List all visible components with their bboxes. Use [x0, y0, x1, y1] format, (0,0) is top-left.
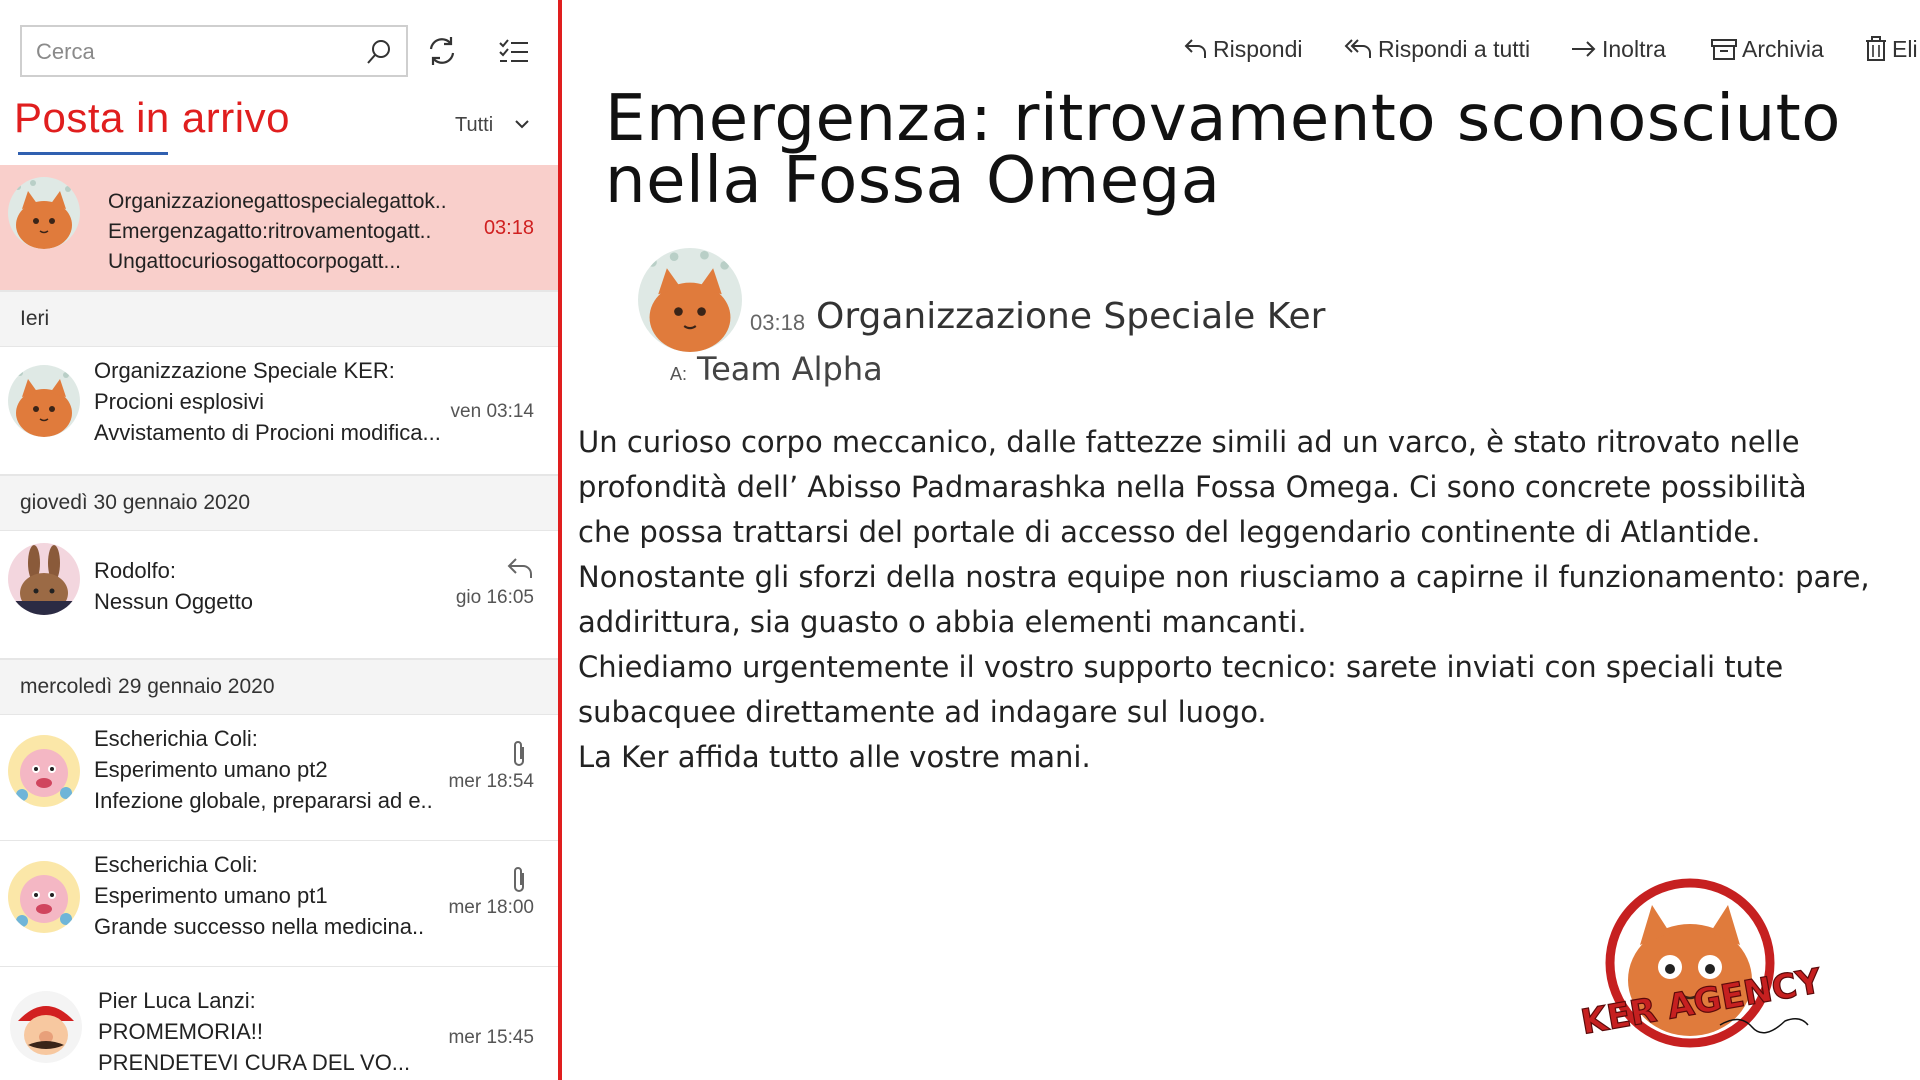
mail-item[interactable]: Organizzazione Speciale KER: Procioni es… — [0, 347, 558, 475]
delete-button[interactable]: Eli — [1864, 36, 1918, 63]
body-line: che possa trattarsi del portale di acces… — [578, 515, 1761, 549]
search-input[interactable] — [36, 37, 336, 67]
trash-icon — [1866, 36, 1886, 61]
mail-preview: Avvistamento di Procioni modifica... — [94, 420, 441, 445]
archive-label: Archivia — [1742, 36, 1824, 62]
body-line: Un curioso corpo meccanico, dalle fattez… — [578, 425, 1800, 459]
cat-avatar-icon — [8, 365, 80, 437]
mario-avatar-icon — [10, 991, 82, 1063]
search-icon[interactable] — [364, 37, 394, 67]
mail-preview: Ungattocuriosogattocorpogatt... — [108, 250, 402, 273]
mail-sender: Escherichia Coli: — [94, 852, 258, 877]
mail-item[interactable]: Pier Luca Lanzi: PROMEMORIA!! PRENDETEVI… — [0, 967, 558, 1080]
body-line: profondità dell’ Abisso Padmarashka nell… — [578, 470, 1807, 504]
recipient-label: A: — [670, 364, 688, 384]
delete-label: Eli — [1892, 36, 1918, 62]
mail-time: gio 16:05 — [455, 587, 534, 608]
mail-subject: PROMEMORIA!! — [98, 1019, 264, 1044]
date-group-label: giovedì 30 gennaio 2020 — [20, 491, 251, 514]
mail-item[interactable]: Escherichia Coli: Esperimento umano pt2 … — [0, 715, 558, 841]
mail-sender: Rodolfo: — [94, 558, 176, 583]
rabbit-avatar-icon — [8, 543, 80, 615]
mail-time: mer 18:00 — [448, 897, 534, 918]
message-recipient[interactable]: Team Alpha — [697, 350, 883, 388]
attachment-icon — [514, 741, 524, 766]
select-mode-icon[interactable] — [496, 33, 532, 69]
chevron-down-icon[interactable] — [512, 114, 532, 134]
date-group-label: mercoledì 29 gennaio 2020 — [20, 675, 275, 698]
reply-icon — [1184, 39, 1206, 58]
search-box[interactable] — [20, 25, 408, 77]
body-line: Nonostante gli sforzi della nostra equip… — [578, 560, 1870, 594]
mail-preview: PRENDETEVI CURA DEL VO... — [98, 1050, 411, 1075]
mail-subject: Emergenzagatto:ritrovamentogatt.. — [108, 220, 432, 243]
mail-time: mer 15:45 — [448, 1027, 534, 1048]
filter-dropdown[interactable]: Tutti — [455, 114, 493, 137]
reply-label: Rispondi — [1213, 36, 1303, 62]
date-group-label: Ieri — [20, 307, 50, 330]
attachment-icon — [514, 867, 524, 892]
germ-avatar-icon — [8, 735, 80, 807]
mail-sender: Organizzazionegattospecialegattok.. — [108, 190, 447, 213]
mail-subject: Esperimento umano pt1 — [94, 883, 328, 908]
sync-icon[interactable] — [424, 33, 460, 69]
forward-arrow-icon — [1572, 41, 1596, 57]
mail-subject: Esperimento umano pt2 — [94, 757, 328, 782]
mail-item-selected[interactable]: Organizzazionegattospecialegattok.. Emer… — [0, 165, 558, 291]
reply-all-label: Rispondi a tutti — [1378, 36, 1531, 62]
body-line: Chiediamo urgentemente il vostro support… — [578, 650, 1784, 684]
date-group-header: Ieri — [0, 291, 558, 347]
body-line: subacquee direttamente ad indagare sul l… — [578, 695, 1267, 729]
date-group-header: giovedì 30 gennaio 2020 — [0, 475, 558, 531]
body-line: addirittura, sia guasto o abbia elementi… — [578, 605, 1307, 639]
message-list-pane: Posta in arrivo Tutti Organizzazionegatt… — [0, 0, 558, 1080]
archive-icon — [1711, 39, 1737, 60]
reply-all-button[interactable]: Rispondi a tutti — [1344, 36, 1530, 63]
replied-icon — [507, 558, 532, 578]
message-sender[interactable]: Organizzazione Speciale Ker — [816, 296, 1325, 337]
pane-divider[interactable] — [558, 0, 562, 1080]
message-time: 03:18 — [750, 310, 806, 335]
inbox-title: Posta in arrivo — [14, 94, 290, 141]
mail-item[interactable]: Escherichia Coli: Esperimento umano pt1 … — [0, 841, 558, 967]
germ-avatar-icon — [8, 861, 80, 933]
sender-cat-avatar-icon — [638, 248, 742, 352]
mail-time: ven 03:14 — [450, 401, 534, 422]
ker-agency-logo: KER AGENCY — [1577, 878, 1825, 1048]
mail-item[interactable]: Rodolfo: Nessun Oggetto gio 16:05 — [0, 531, 558, 659]
inbox-title-underline — [18, 152, 168, 155]
mail-preview: Grande successo nella medicina.. — [94, 914, 425, 939]
mail-subject: Nessun Oggetto — [94, 589, 253, 614]
mail-preview: Infezione globale, prepararsi ad e.. — [94, 788, 433, 813]
reply-button[interactable]: Rispondi — [1183, 36, 1303, 63]
reply-all-icon — [1344, 39, 1371, 58]
date-group-header: mercoledì 29 gennaio 2020 — [0, 659, 558, 715]
mail-sender: Escherichia Coli: — [94, 726, 258, 751]
mail-time: 03:18 — [483, 217, 534, 239]
message-subject: Emergenza: ritrovamento sconosciuto nell… — [605, 82, 1841, 218]
cat-avatar-icon — [8, 177, 80, 249]
mail-sender: Pier Luca Lanzi: — [98, 988, 256, 1013]
forward-label: Inoltra — [1602, 36, 1666, 62]
archive-button[interactable]: Archivia — [1710, 36, 1824, 63]
body-line: La Ker affida tutto alle vostre mani. — [578, 740, 1091, 774]
message-body: Un curioso corpo meccanico, dalle fattez… — [578, 420, 1908, 780]
mail-subject: Procioni esplosivi — [94, 389, 264, 414]
forward-button[interactable]: Inoltra — [1570, 36, 1666, 63]
mail-time: mer 18:54 — [448, 771, 534, 792]
mail-sender: Organizzazione Speciale KER: — [94, 358, 395, 383]
